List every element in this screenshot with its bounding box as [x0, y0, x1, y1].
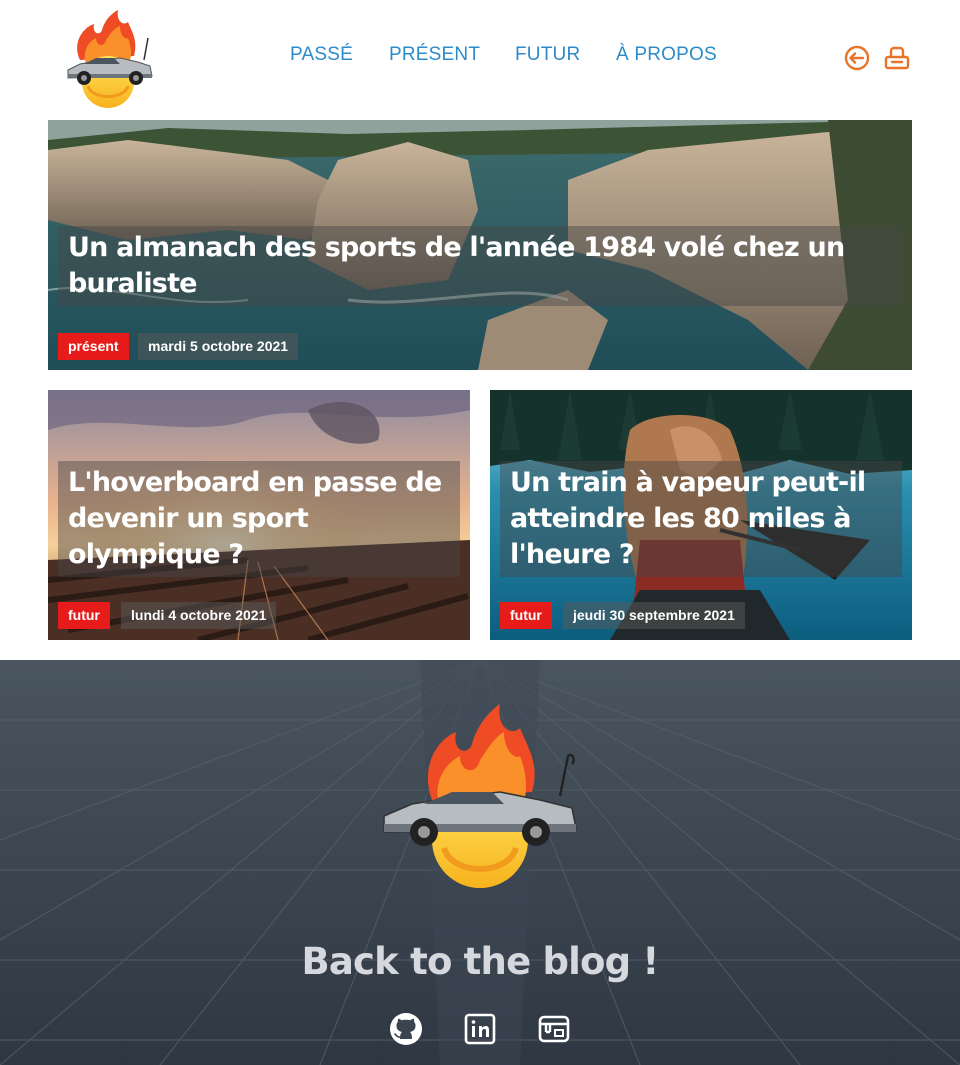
github-icon — [390, 1013, 422, 1045]
footer-title: Back to the blog ! — [301, 940, 659, 983]
login-icon — [844, 45, 870, 71]
site-footer: Back to the blog ! — [0, 660, 960, 1065]
post-date: jeudi 30 septembre 2021 — [563, 602, 745, 629]
post-category-tag[interactable]: futur — [58, 602, 110, 629]
post-title-box: Un train à vapeur peut-il atteindre les … — [500, 461, 902, 577]
login-button[interactable] — [843, 44, 871, 72]
rss-button[interactable] — [883, 44, 911, 72]
post-title: Un almanach des sports de l'année 1984 v… — [68, 232, 845, 299]
post-date: lundi 4 octobre 2021 — [121, 602, 277, 629]
blog-icon — [538, 1015, 570, 1043]
site-header: PASSÉ PRÉSENT FUTUR À PROPOS — [0, 0, 960, 112]
post-card[interactable]: Un train à vapeur peut-il atteindre les … — [490, 390, 912, 640]
post-category-tag[interactable]: futur — [500, 602, 552, 629]
post-card[interactable]: L'hoverboard en passe de devenir un spor… — [48, 390, 470, 640]
post-title-box: L'hoverboard en passe de devenir un spor… — [58, 461, 460, 577]
nav-present[interactable]: PRÉSENT — [389, 44, 480, 66]
linkedin-link[interactable] — [463, 1012, 497, 1046]
post-title: L'hoverboard en passe de devenir un spor… — [68, 467, 442, 570]
post-title: Un train à vapeur peut-il atteindre les … — [510, 467, 866, 570]
main-nav: PASSÉ PRÉSENT FUTUR À PROPOS — [0, 40, 960, 70]
github-link[interactable] — [389, 1012, 423, 1046]
blog-link[interactable] — [537, 1012, 571, 1046]
post-title-box: Un almanach des sports de l'année 1984 v… — [58, 226, 902, 306]
flaming-delorean-logo — [383, 704, 577, 888]
post-date: mardi 5 octobre 2021 — [138, 333, 299, 360]
nav-futur[interactable]: FUTUR — [515, 44, 580, 66]
linkedin-icon — [464, 1013, 496, 1045]
nav-passe[interactable]: PASSÉ — [290, 44, 353, 66]
nav-a-propos[interactable]: À PROPOS — [616, 44, 717, 66]
post-card-featured[interactable]: Un almanach des sports de l'année 1984 v… — [48, 120, 912, 370]
footer-logo — [380, 696, 580, 896]
rss-icon — [884, 46, 910, 70]
post-category-tag[interactable]: présent — [58, 333, 129, 360]
